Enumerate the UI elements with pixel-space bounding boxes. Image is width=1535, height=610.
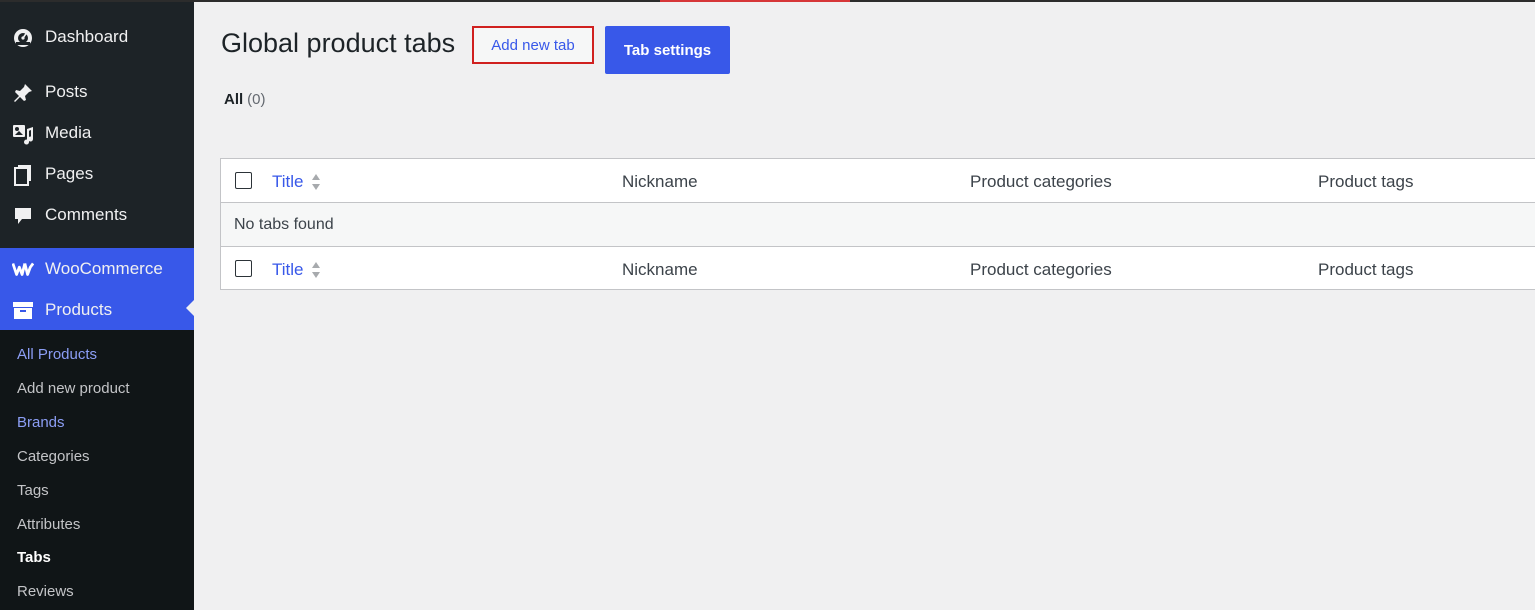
admin-sidebar: Dashboard Posts Media Pages Comments Woo… (0, 2, 194, 610)
sidebar-item-products[interactable]: Products (0, 289, 194, 330)
sidebar-item-posts[interactable]: Posts (0, 73, 194, 111)
sidebar-item-media[interactable]: Media (0, 114, 194, 152)
sidebar-item-woocommerce[interactable]: WooCommerce (0, 248, 194, 289)
column-product-tags: Product tags (1318, 172, 1414, 191)
archive-box-icon (12, 299, 34, 321)
empty-message: No tabs found (234, 216, 334, 233)
column-title-label: Title (272, 172, 304, 191)
column-nickname-footer: Nickname (622, 260, 698, 279)
filter-all-link[interactable]: All (224, 91, 243, 108)
sort-icon (311, 262, 320, 278)
sidebar-item-label: Comments (45, 205, 128, 224)
table-header-row: Title Nickname Product categories Produc… (221, 159, 1535, 203)
tabs-table: Title Nickname Product categories Produc… (220, 158, 1535, 290)
comment-icon (12, 205, 34, 227)
submenu-item-reviews[interactable]: Reviews (17, 583, 74, 600)
submenu-item-brands[interactable]: Brands (17, 414, 65, 431)
submenu-item-all-products[interactable]: All Products (17, 346, 97, 363)
column-product-categories: Product categories (970, 172, 1112, 191)
submenu-item-attributes[interactable]: Attributes (17, 516, 80, 533)
submenu-item-tags[interactable]: Tags (17, 482, 49, 499)
sidebar-item-label: Media (45, 123, 92, 142)
status-filter: All (0) (224, 91, 266, 108)
table-footer-row: Title Nickname Product categories Produc… (221, 246, 1535, 290)
submenu-item-categories[interactable]: Categories (17, 448, 90, 465)
sidebar-item-label: Posts (45, 82, 88, 101)
column-nickname: Nickname (622, 172, 698, 191)
pages-icon (12, 164, 34, 186)
sidebar-item-label: Products (45, 299, 113, 319)
dashboard-icon (12, 27, 34, 49)
top-accent-line (660, 0, 850, 2)
column-title-label: Title (272, 260, 304, 279)
sidebar-item-label: WooCommerce (45, 258, 163, 278)
sidebar-item-label: Pages (45, 164, 94, 183)
sidebar-item-comments[interactable]: Comments (0, 196, 194, 234)
column-title-sort[interactable]: Title (272, 172, 321, 192)
column-product-categories-footer: Product categories (970, 260, 1112, 279)
woocommerce-icon (12, 258, 34, 280)
media-icon (12, 123, 34, 145)
pin-icon (12, 82, 34, 104)
submenu-item-add-new-product[interactable]: Add new product (17, 380, 130, 397)
products-submenu (0, 330, 194, 610)
select-all-checkbox-footer[interactable] (235, 260, 252, 277)
tab-settings-button[interactable]: Tab settings (605, 26, 730, 74)
add-new-tab-button[interactable]: Add new tab (472, 26, 594, 64)
sidebar-item-dashboard[interactable]: Dashboard (0, 18, 194, 56)
page-title: Global product tabs (221, 28, 456, 58)
table-empty-row: No tabs found (221, 203, 1535, 246)
sort-icon (311, 174, 320, 190)
column-title-sort-footer[interactable]: Title (272, 260, 321, 280)
sidebar-item-label: Dashboard (45, 27, 129, 46)
submenu-item-tabs[interactable]: Tabs (17, 549, 51, 566)
select-all-checkbox[interactable] (235, 172, 252, 189)
column-product-tags-footer: Product tags (1318, 260, 1414, 279)
sidebar-item-pages[interactable]: Pages (0, 155, 194, 193)
filter-all-count: (0) (247, 91, 266, 108)
